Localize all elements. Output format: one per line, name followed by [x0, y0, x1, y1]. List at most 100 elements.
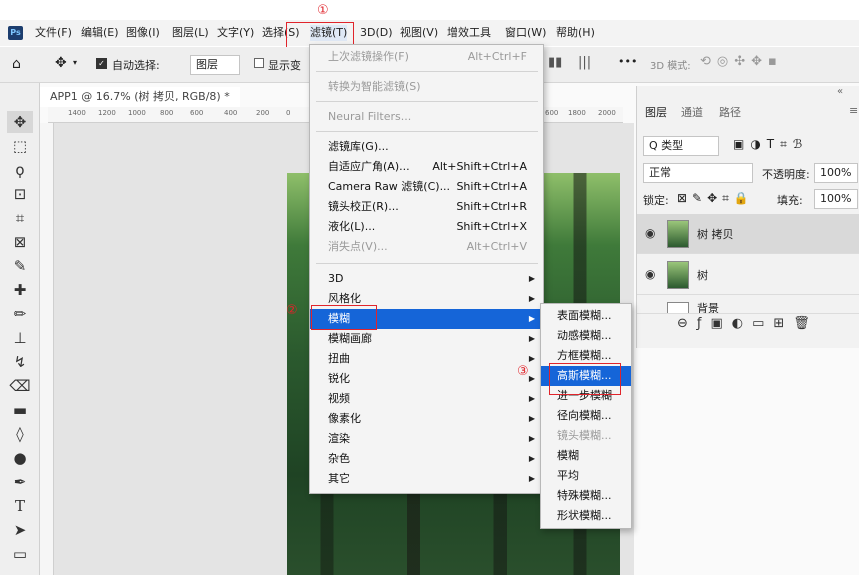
align-icon[interactable]: ▮▮: [548, 55, 562, 70]
distribute-icon[interactable]: |||: [578, 55, 591, 70]
menu-item-label: 液化(L)...: [328, 220, 376, 233]
home-icon[interactable]: ⌂: [12, 56, 21, 72]
menu-edit[interactable]: 编辑(E): [81, 25, 119, 41]
ruler-mark: 1200: [98, 109, 116, 117]
menu-item-shape-blur[interactable]: 形状模糊...: [541, 506, 631, 526]
tab-channels[interactable]: 通道: [681, 102, 703, 124]
frame-tool-icon[interactable]: ⊠: [7, 231, 33, 253]
menu-item-label: 其它: [328, 472, 350, 485]
menu-file[interactable]: 文件(F): [35, 25, 72, 41]
tab-paths[interactable]: 路径: [719, 102, 741, 124]
menu-item-last-filter[interactable]: 上次滤镜操作(F) Alt+Ctrl+F: [310, 47, 543, 67]
menu-type[interactable]: 文字(Y): [217, 25, 254, 41]
menu-item-noise[interactable]: 杂色 ▶: [310, 449, 543, 469]
fill-input[interactable]: 100%: [814, 189, 858, 209]
auto-select-dropdown[interactable]: 图层: [190, 55, 240, 75]
menu-item-lens-correction[interactable]: 镜头校正(R)... Shift+Ctrl+R: [310, 197, 543, 217]
menu-item-other[interactable]: 其它 ▶: [310, 469, 543, 489]
lock-icons[interactable]: ⊠✎✥⌗🔒: [677, 191, 754, 206]
menu-item-vanishing-point[interactable]: 消失点(V)... Alt+Ctrl+V: [310, 237, 543, 257]
menu-item-distort[interactable]: 扭曲 ▶: [310, 349, 543, 369]
layer-filter-icons[interactable]: ▣◑T⌗ℬ: [733, 137, 808, 152]
auto-select-label: 自动选择:: [112, 59, 160, 72]
menu-item-radial-blur[interactable]: 径向模糊...: [541, 406, 631, 426]
menu-window[interactable]: 窗口(W): [505, 25, 546, 41]
eyedropper-tool-icon[interactable]: ✎: [7, 255, 33, 277]
menu-item-average[interactable]: 平均: [541, 466, 631, 486]
menu-item-blur-gallery[interactable]: 模糊画廊 ▶: [310, 329, 543, 349]
healing-brush-tool-icon[interactable]: ✚: [7, 279, 33, 301]
layer-actions-bar[interactable]: ⊖ƒ▣◐▭⊞🗑: [677, 316, 819, 331]
menu-item-smart-blur[interactable]: 特殊模糊...: [541, 486, 631, 506]
pen-tool-icon[interactable]: ✒: [7, 471, 33, 493]
dodge-tool-icon[interactable]: ●: [7, 447, 33, 469]
lasso-tool-icon[interactable]: ϙ: [7, 159, 33, 181]
panel-menu-icon[interactable]: ≡: [849, 104, 858, 117]
menu-3d[interactable]: 3D(D): [360, 25, 393, 41]
menu-item-neural-filters[interactable]: Neural Filters...: [310, 107, 543, 127]
blur-tool-icon[interactable]: ◊: [7, 423, 33, 445]
layer-row[interactable]: 背景: [637, 296, 859, 314]
visibility-eye-icon[interactable]: ◉: [645, 267, 655, 281]
move-tool-icon[interactable]: ✥: [55, 55, 67, 71]
menu-item-surface-blur[interactable]: 表面模糊...: [541, 306, 631, 326]
move-tool-icon[interactable]: ✥: [7, 111, 33, 133]
brush-tool-icon[interactable]: ✏: [7, 303, 33, 325]
menu-item-sharpen[interactable]: 锐化 ▶: [310, 369, 543, 389]
menu-item-label: 扭曲: [328, 352, 350, 365]
menu-help[interactable]: 帮助(H): [556, 25, 595, 41]
more-options-icon[interactable]: •••: [618, 55, 637, 68]
visibility-eye-icon[interactable]: ◉: [645, 226, 655, 240]
menu-item-liquify[interactable]: 液化(L)... Shift+Ctrl+X: [310, 217, 543, 237]
menu-item-render[interactable]: 渲染 ▶: [310, 429, 543, 449]
3d-mode-icons[interactable]: ⟲◎✣✥▪: [700, 54, 783, 69]
menu-layer[interactable]: 图层(L): [172, 25, 209, 41]
eraser-tool-icon[interactable]: ⌫: [7, 375, 33, 397]
chevron-down-icon[interactable]: ▾: [73, 58, 77, 67]
blend-mode-dropdown[interactable]: 正常: [643, 163, 753, 183]
layers-panel: « 图层 通道 路径 ≡ Q 类型 ▣◑T⌗ℬ 正常 不透明度: 100% 锁定…: [636, 86, 859, 348]
menu-bar: Ps 文件(F) 编辑(E) 图像(I) 图层(L) 文字(Y) 选择(S) 滤…: [0, 20, 859, 46]
menu-item-label: 模糊画廊: [328, 332, 372, 345]
ruler-mark: 600: [190, 109, 204, 117]
submenu-arrow-icon: ▶: [528, 354, 535, 363]
menu-item-adaptive-wide-angle[interactable]: 自适应广角(A)... Alt+Shift+Ctrl+A: [310, 157, 543, 177]
tab-layers[interactable]: 图层: [645, 102, 667, 124]
marquee-tool-icon[interactable]: ⬚: [7, 135, 33, 157]
menu-item-pixelate[interactable]: 像素化 ▶: [310, 409, 543, 429]
menu-item-label: 锐化: [328, 372, 350, 385]
path-select-tool-icon[interactable]: ➤: [7, 519, 33, 541]
menu-item-camera-raw[interactable]: Camera Raw 滤镜(C)... Shift+Ctrl+A: [310, 177, 543, 197]
menu-item-3d[interactable]: 3D ▶: [310, 269, 543, 289]
menu-image[interactable]: 图像(I): [126, 25, 160, 41]
menu-item-lens-blur[interactable]: 镜头模糊...: [541, 426, 631, 446]
shortcut-label: Alt+Ctrl+F: [467, 50, 527, 63]
history-brush-tool-icon[interactable]: ↯: [7, 351, 33, 373]
menu-item-motion-blur[interactable]: 动感模糊...: [541, 326, 631, 346]
layer-filter-dropdown[interactable]: Q 类型: [643, 136, 719, 156]
crop-tool-icon[interactable]: ⌗: [7, 207, 33, 229]
gradient-tool-icon[interactable]: ▬: [7, 399, 33, 421]
object-select-tool-icon[interactable]: ⊡: [7, 183, 33, 205]
submenu-arrow-icon: ▶: [528, 454, 535, 463]
menu-item-blur[interactable]: 模糊: [541, 446, 631, 466]
menu-plugins[interactable]: 增效工具: [447, 25, 491, 41]
layer-row[interactable]: ◉ 树: [637, 255, 859, 295]
menu-item-label: Camera Raw 滤镜(C)...: [328, 180, 451, 193]
layer-row[interactable]: ◉ 树 拷贝: [637, 214, 859, 254]
annotation-box-blur-item: [311, 305, 377, 330]
menu-item-convert-smart-filter[interactable]: 转换为智能滤镜(S): [310, 77, 543, 97]
type-tool-icon[interactable]: T: [7, 495, 33, 517]
collapse-icon[interactable]: «: [837, 86, 843, 97]
document-tab[interactable]: APP1 @ 16.7% (树 拷贝, RGB/8) * ×: [40, 87, 240, 123]
opacity-input[interactable]: 100%: [814, 163, 858, 183]
auto-select-checkbox[interactable]: ✓: [96, 58, 107, 69]
stamp-tool-icon[interactable]: ⊥: [7, 327, 33, 349]
rectangle-tool-icon[interactable]: ▭: [7, 543, 33, 565]
menu-item-label: 消失点(V)...: [328, 240, 388, 253]
menu-item-filter-gallery[interactable]: 滤镜库(G)...: [310, 137, 543, 157]
show-transform-checkbox[interactable]: [254, 58, 264, 68]
ruler-mark: 2000: [598, 109, 616, 117]
menu-item-video[interactable]: 视频 ▶: [310, 389, 543, 409]
menu-view[interactable]: 视图(V): [400, 25, 438, 41]
